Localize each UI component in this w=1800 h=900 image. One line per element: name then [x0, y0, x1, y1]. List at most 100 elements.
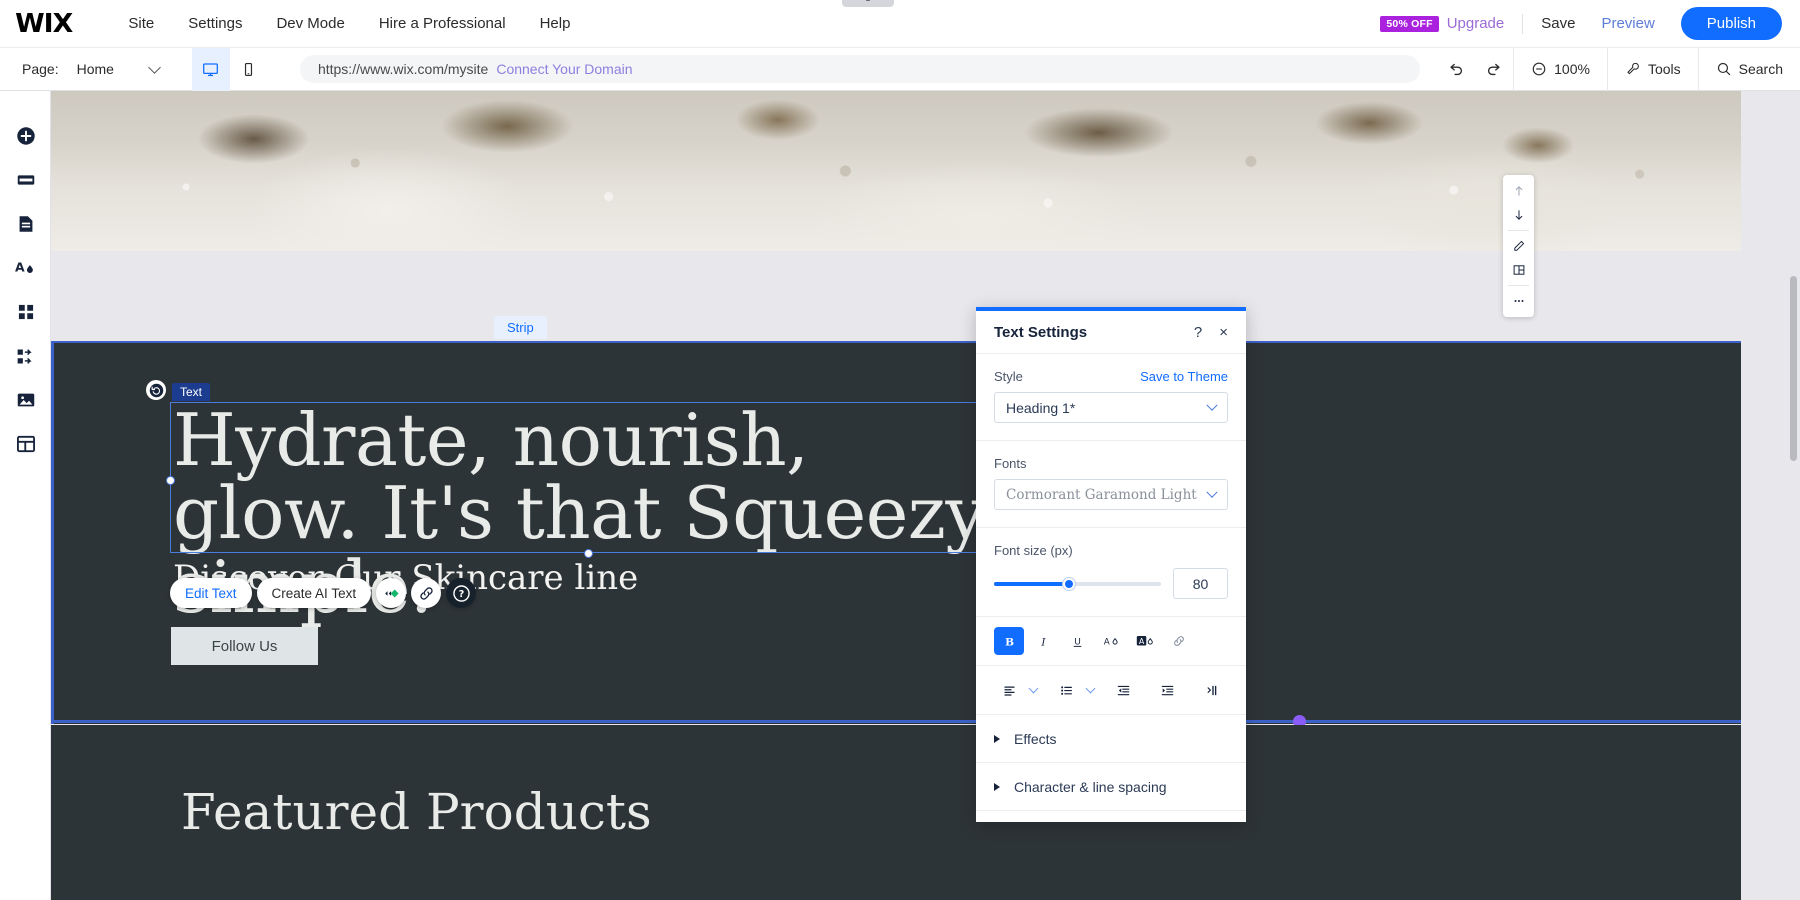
animation-icon [382, 584, 401, 603]
editor-canvas[interactable]: Strip Text Hydrate, nourish, glow. It's … [51, 91, 1800, 900]
layout-button[interactable] [1503, 258, 1534, 282]
sidebar-item-blocks[interactable] [0, 334, 51, 378]
strip-label-tag[interactable]: Strip [494, 316, 547, 339]
text-highlight-icon: A [1136, 633, 1155, 650]
hero-background-image[interactable] [51, 91, 1741, 251]
text-align-button[interactable] [994, 676, 1024, 704]
upgrade-button[interactable]: Upgrade [1447, 15, 1505, 32]
italic-icon: I [1036, 634, 1051, 649]
font-family-value: Cormorant Garamond Light [1006, 487, 1197, 503]
text-direction-icon [1204, 683, 1219, 698]
chevron-down-icon[interactable] [1086, 684, 1096, 694]
text-color-icon: A [1102, 633, 1121, 650]
bullet-list-button[interactable] [1051, 676, 1081, 704]
style-label: Style [994, 369, 1023, 384]
close-icon[interactable]: × [1219, 325, 1228, 340]
sidebar-item-media[interactable] [0, 378, 51, 422]
resize-handle-left[interactable] [166, 476, 175, 485]
edit-section-button[interactable] [1503, 234, 1534, 258]
text-direction-button[interactable] [1196, 676, 1226, 704]
top-collapse-handle[interactable] [842, 0, 894, 7]
sidebar-item-add-elements[interactable] [0, 114, 51, 158]
svg-text:A: A [1103, 637, 1109, 647]
help-icon[interactable]: ? [1194, 325, 1202, 340]
save-to-theme-link[interactable]: Save to Theme [1140, 369, 1228, 384]
redo-button[interactable] [1475, 48, 1513, 91]
menu-item-help[interactable]: Help [523, 0, 588, 48]
create-ai-text-button[interactable]: Create AI Text [257, 578, 372, 608]
sidebar-item-apps[interactable] [0, 290, 51, 334]
animation-button[interactable] [376, 578, 406, 608]
tools-label: Tools [1648, 61, 1681, 77]
underline-button[interactable]: U [1062, 627, 1092, 655]
bold-button[interactable]: B [994, 627, 1024, 655]
fonts-label: Fonts [994, 456, 1027, 471]
style-select[interactable]: Heading 1* [994, 392, 1228, 423]
help-button[interactable]: ? [446, 578, 476, 608]
menu-item-settings[interactable]: Settings [171, 0, 259, 48]
help-icon: ? [452, 584, 471, 603]
text-color-button[interactable]: A [1096, 627, 1126, 655]
fonts-section: Fonts Cormorant Garamond Light [976, 441, 1246, 528]
featured-products-title[interactable]: Featured Products [181, 783, 652, 841]
indent-icon [1160, 683, 1175, 698]
promo-badge: 50% OFF [1380, 16, 1438, 32]
character-line-spacing-accordion[interactable]: Character & line spacing [976, 763, 1246, 811]
resize-handle-bottom[interactable] [584, 549, 593, 558]
desktop-view-button[interactable] [192, 48, 230, 91]
svg-text:B: B [1005, 636, 1014, 648]
link-button[interactable] [1164, 627, 1194, 655]
page-selector-value[interactable]: Home [77, 61, 114, 77]
outdent-button[interactable] [1108, 676, 1138, 704]
text-floating-toolbar: Edit Text Create AI Text [170, 578, 476, 608]
search-button[interactable]: Search [1698, 48, 1800, 91]
zoom-button[interactable]: 100% [1513, 48, 1607, 91]
sidebar-item-pages-menu[interactable] [0, 202, 51, 246]
move-down-button[interactable] [1503, 203, 1534, 227]
tools-button[interactable]: Tools [1607, 48, 1698, 91]
device-switcher [192, 48, 268, 91]
menu-item-dev-mode[interactable]: Dev Mode [259, 0, 361, 48]
sidebar-item-cms[interactable] [0, 422, 51, 466]
edit-text-button[interactable]: Edit Text [170, 578, 252, 608]
text-element-label-tag[interactable]: Text [172, 383, 210, 401]
panel-title: Text Settings [994, 324, 1087, 341]
link-icon [1171, 633, 1187, 649]
font-size-input[interactable]: 80 [1173, 568, 1228, 599]
undo-button[interactable] [1437, 48, 1475, 91]
site-url-bar[interactable]: https://www.wix.com/mysite Connect Your … [300, 55, 1420, 83]
effects-accordion[interactable]: Effects [976, 715, 1246, 763]
sidebar-item-add-section[interactable] [0, 158, 51, 202]
site-url-text: https://www.wix.com/mysite [318, 61, 488, 77]
indent-button[interactable] [1152, 676, 1182, 704]
chevron-down-icon[interactable] [1029, 684, 1039, 694]
text-highlight-button[interactable]: A [1130, 627, 1160, 655]
font-family-select[interactable]: Cormorant Garamond Light [994, 479, 1228, 510]
menu-item-site[interactable]: Site [111, 0, 171, 48]
connect-domain-link[interactable]: Connect Your Domain [496, 61, 632, 77]
wix-logo[interactable]: WIX [15, 9, 72, 39]
style-select-value: Heading 1* [1006, 400, 1075, 416]
text-element-selection-box[interactable] [170, 402, 1008, 553]
mobile-view-button[interactable] [230, 48, 268, 91]
link-button[interactable] [411, 578, 441, 608]
chevron-down-icon[interactable] [148, 61, 161, 74]
move-up-icon [1512, 184, 1526, 198]
revert-changes-icon[interactable] [146, 380, 166, 400]
slider-knob[interactable] [1063, 578, 1075, 590]
menu-item-hire-a-professional[interactable]: Hire a Professional [362, 0, 523, 48]
canvas-vertical-scrollbar[interactable] [1790, 276, 1797, 461]
publish-button[interactable]: Publish [1681, 7, 1782, 40]
chevron-right-icon [994, 735, 1000, 743]
move-up-button[interactable] [1503, 179, 1534, 203]
edit-pencil-icon [1512, 239, 1526, 253]
italic-button[interactable]: I [1028, 627, 1058, 655]
save-button[interactable]: Save [1541, 15, 1575, 32]
font-size-slider[interactable] [994, 576, 1161, 592]
underline-icon: U [1070, 634, 1085, 649]
sidebar-item-site-design[interactable]: A [0, 246, 51, 290]
follow-us-button[interactable]: Follow Us [171, 627, 318, 665]
blocks-icon [15, 346, 36, 367]
preview-button[interactable]: Preview [1601, 15, 1654, 32]
more-options-button[interactable] [1503, 289, 1534, 313]
